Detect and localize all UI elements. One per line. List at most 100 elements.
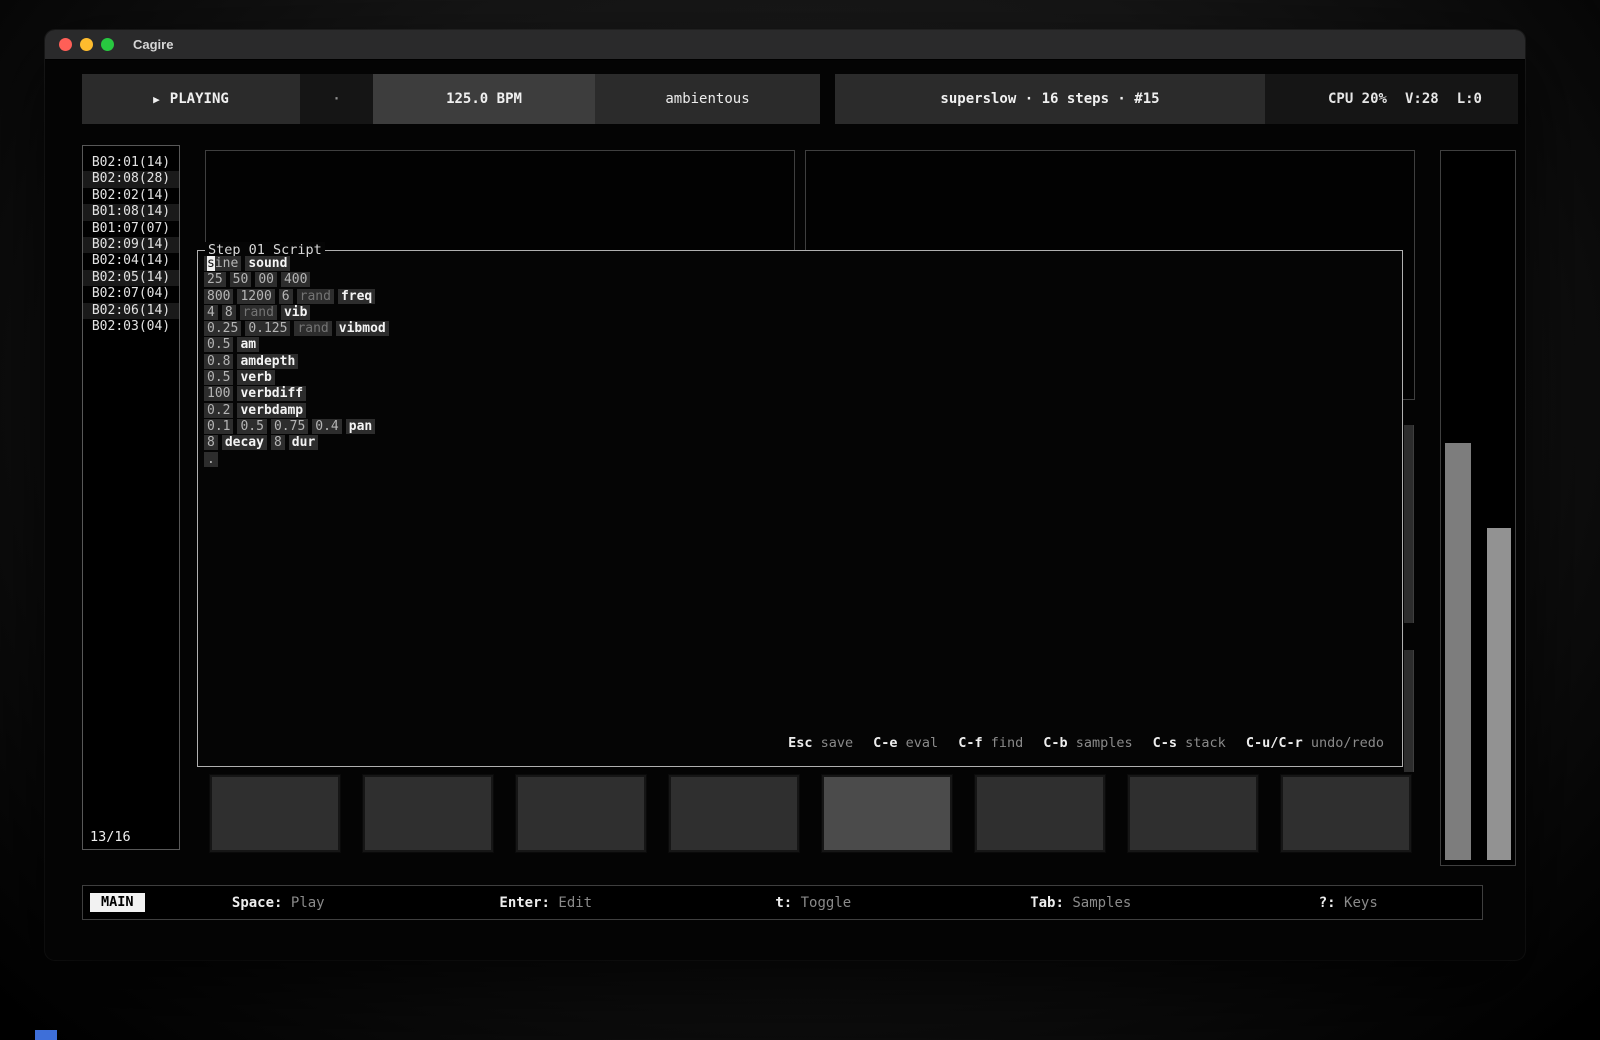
step-cell-active[interactable]	[822, 775, 952, 852]
list-item[interactable]: B02:04(14)	[83, 253, 179, 269]
transport-bar: ▶ PLAYING · 125.0 BPM ambientous supersl…	[82, 74, 1518, 124]
script-line: 100 verbdiff	[204, 386, 393, 402]
voices-stat: V:28	[1405, 91, 1439, 107]
step-cell[interactable]	[210, 775, 340, 852]
load-stat: L:0	[1457, 91, 1482, 107]
script-editor[interactable]: Step 01 Script sinesound2550004008001200…	[197, 250, 1403, 767]
script-token: 400	[281, 272, 310, 287]
zoom-button[interactable]	[101, 38, 114, 51]
window-title: Cagire	[133, 37, 173, 52]
text-cursor: s	[207, 256, 215, 271]
topbar-separator-dot: ·	[300, 74, 373, 124]
hotkey-hint: C-e eval	[873, 735, 938, 751]
script-line: sine sound	[204, 256, 393, 272]
script-token: .	[204, 452, 218, 467]
script-token: rand	[240, 305, 277, 320]
minimize-button[interactable]	[80, 38, 93, 51]
hotkey-hint: C-s stack	[1153, 735, 1226, 751]
list-item[interactable]: B01:08(14)	[83, 204, 179, 220]
script-line: 0.2verbdamp	[204, 403, 393, 419]
transport-label: PLAYING	[170, 91, 229, 107]
script-line: 8decay8dur	[204, 435, 393, 451]
step-cell[interactable]	[1128, 775, 1258, 852]
script-lines[interactable]: sinesound25500040080012006randfreq48rand…	[204, 256, 393, 468]
traffic-lights	[59, 38, 114, 51]
script-token: 00	[255, 272, 277, 287]
editor-hotkeys: Esc save C-e eval C-f find C-b samples C-s s…	[768, 735, 1384, 751]
hotkey-hint: C-u/C-r undo/redo	[1246, 735, 1384, 751]
list-item[interactable]: B02:07(04)	[83, 286, 179, 302]
sound-name-display[interactable]: ambientous	[595, 74, 820, 124]
statusbar-hint: Enter: Edit	[412, 895, 680, 911]
script-token: pan	[346, 419, 375, 434]
script-token: 0.5	[204, 337, 233, 352]
level-meters	[1440, 150, 1516, 866]
list-item[interactable]: B02:05(14)	[83, 270, 179, 286]
list-item[interactable]: B02:03(04)	[83, 319, 179, 335]
transport-status[interactable]: ▶ PLAYING	[82, 74, 300, 124]
list-item[interactable]: B02:02(14)	[83, 188, 179, 204]
list-item[interactable]: B02:01(14)	[83, 155, 179, 171]
script-token: vib	[281, 305, 310, 320]
sample-sidebar: B02:01(14)B02:08(28)B02:02(14)B01:08(14)…	[82, 145, 180, 850]
script-token: 4	[204, 305, 218, 320]
script-line: 0.5 am	[204, 337, 393, 353]
script-line: 0.8 amdepth	[204, 354, 393, 370]
script-token: 0.2	[204, 403, 233, 418]
script-token: 1200	[237, 289, 274, 304]
step-cell[interactable]	[516, 775, 646, 852]
script-token: 8	[271, 435, 285, 450]
script-token: verb	[237, 370, 274, 385]
script-token: verbdiff	[237, 386, 306, 401]
script-token: sine	[204, 256, 241, 271]
list-item[interactable]: B02:08(28)	[83, 171, 179, 187]
sample-list: B02:01(14)B02:08(28)B02:02(14)B01:08(14)…	[83, 146, 179, 335]
statusbar-hint: Space: Play	[145, 895, 413, 911]
script-token: 8	[204, 435, 218, 450]
script-line: 0.250.125randvibmod	[204, 321, 393, 337]
step-cell[interactable]	[975, 775, 1105, 852]
script-token: 0.25	[204, 321, 241, 336]
list-item[interactable]: B02:09(14)	[83, 237, 179, 253]
script-line: 0.5 verb	[204, 370, 393, 386]
step-cell[interactable]	[363, 775, 493, 852]
close-button[interactable]	[59, 38, 72, 51]
script-token: 800	[204, 289, 233, 304]
hotkey-hint: Esc save	[788, 735, 853, 751]
hotkey-hint: C-f find	[958, 735, 1023, 751]
script-token: sound	[245, 256, 290, 271]
step-cell[interactable]	[669, 775, 799, 852]
app-window: Cagire ▶ PLAYING · 125.0 BPM ambientous …	[45, 30, 1525, 960]
hotkey-hint: C-b samples	[1043, 735, 1132, 751]
step-cell[interactable]	[1281, 775, 1411, 852]
script-token: 8	[222, 305, 236, 320]
statusbar-hints: Space: PlayEnter: Editt: ToggleTab: Samp…	[145, 895, 1482, 911]
script-token: 100	[204, 386, 233, 401]
mode-badge: MAIN	[90, 893, 145, 912]
script-token: 0.8	[204, 354, 233, 369]
script-token: rand	[297, 289, 334, 304]
system-stats: CPU 20% V:28 L:0	[1265, 74, 1518, 124]
script-token: dur	[289, 435, 318, 450]
statusbar-hint: Tab: Samples	[947, 895, 1215, 911]
statusbar-hint: t: Toggle	[680, 895, 948, 911]
script-token: amdepth	[237, 354, 298, 369]
script-token: 0.1	[204, 419, 233, 434]
script-token: 0.4	[312, 419, 341, 434]
script-token: 6	[279, 289, 293, 304]
list-item[interactable]: B01:07(07)	[83, 221, 179, 237]
bpm-display[interactable]: 125.0 BPM	[373, 74, 595, 124]
script-token: am	[237, 337, 259, 352]
play-icon: ▶	[153, 93, 160, 106]
script-line: 48 randvib	[204, 305, 393, 321]
cpu-stat: CPU 20%	[1328, 91, 1387, 107]
script-token: 0.75	[271, 419, 308, 434]
list-item[interactable]: B02:06(14)	[83, 303, 179, 319]
panel-sliver-upper	[1404, 425, 1414, 623]
title-bar[interactable]: Cagire	[45, 30, 1525, 60]
script-line: 255000400	[204, 272, 393, 288]
script-token: rand	[294, 321, 331, 336]
script-token: 50	[230, 272, 252, 287]
desktop-fragment	[35, 1030, 57, 1040]
script-token: 0.5	[204, 370, 233, 385]
